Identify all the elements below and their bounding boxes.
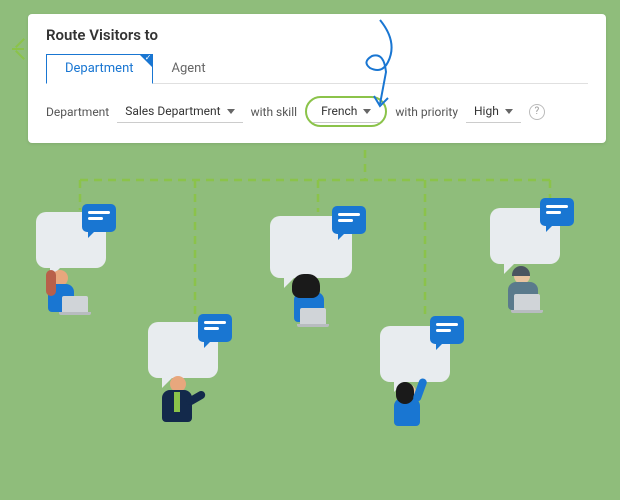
chevron-down-icon [227, 109, 235, 114]
skill-highlight: French [305, 96, 387, 127]
chat-icon [332, 206, 366, 234]
tab-agent[interactable]: Agent [153, 54, 225, 83]
routing-panel: Route Visitors to Department Agent Depar… [28, 14, 606, 143]
chat-icon [198, 314, 232, 342]
chat-icon [82, 204, 116, 232]
priority-label: with priority [395, 105, 458, 119]
chat-icon [540, 198, 574, 226]
priority-select[interactable]: High [466, 100, 521, 123]
help-icon[interactable]: ? [529, 104, 545, 120]
routing-tabs: Department Agent [46, 54, 588, 84]
agent-3 [270, 216, 352, 278]
priority-value: High [474, 104, 499, 118]
chat-icon [430, 316, 464, 344]
department-select[interactable]: Sales Department [117, 100, 242, 123]
tab-agent-label: Agent [172, 61, 206, 76]
agent-1 [36, 212, 106, 268]
tab-department-label: Department [65, 61, 134, 76]
agent-4 [380, 326, 450, 382]
check-icon [139, 54, 153, 68]
panel-title: Route Visitors to [46, 26, 588, 44]
agents-area [0, 160, 620, 500]
chevron-down-icon [505, 109, 513, 114]
skill-value: French [321, 104, 357, 118]
department-label: Department [46, 105, 109, 119]
routing-row: Department Sales Department with skill F… [46, 96, 588, 127]
skill-select[interactable]: French [313, 100, 379, 123]
tab-department[interactable]: Department [46, 54, 153, 84]
agent-5 [490, 208, 560, 264]
chevron-down-icon [363, 109, 371, 114]
skill-label: with skill [251, 105, 297, 119]
department-value: Sales Department [125, 104, 220, 118]
agent-2 [148, 322, 218, 378]
